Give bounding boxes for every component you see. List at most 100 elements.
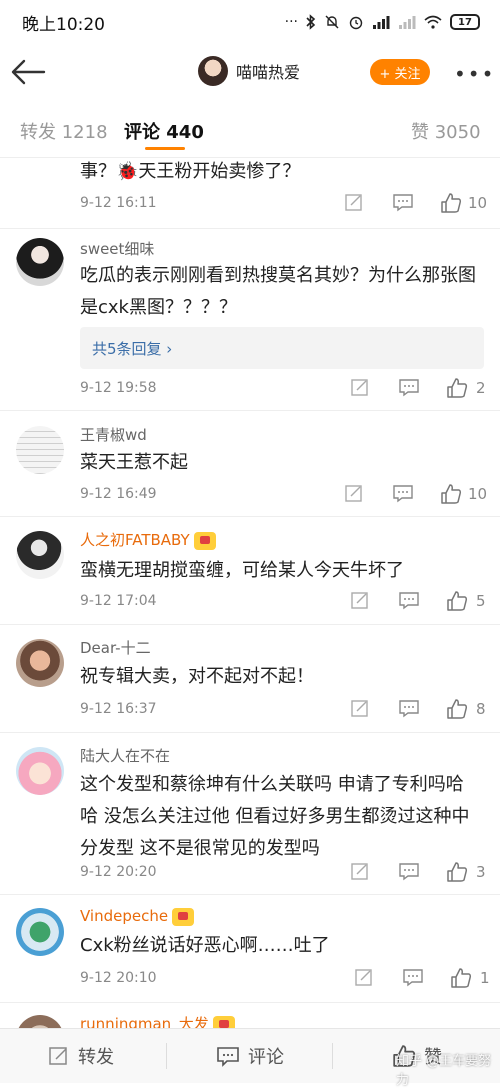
comment-text: 事？🐞天王粉开始卖惨了？: [80, 161, 301, 182]
comment-avatar[interactable]: [16, 531, 64, 579]
nav-bar: 喵喵热爱 + 关注 •••: [0, 44, 500, 100]
watermark: 知乎 @王车要努力: [396, 1054, 492, 1088]
comment-avatar[interactable]: [16, 908, 64, 956]
reply-icon[interactable]: [398, 861, 420, 881]
like-count: 3: [476, 863, 486, 881]
comment-actions: 8: [340, 698, 490, 722]
like-icon[interactable]: [446, 590, 468, 612]
repost-icon[interactable]: [344, 192, 364, 212]
comment-author[interactable]: runningman_大发: [80, 1013, 235, 1028]
comment-text: 菜天王惹不起: [80, 452, 188, 473]
reply-icon[interactable]: [402, 967, 424, 987]
vip-badge-icon: [193, 531, 216, 550]
comment-author[interactable]: sweet细味: [80, 238, 154, 259]
bottom-repost-label: 转发: [78, 1047, 114, 1068]
like-icon[interactable]: [440, 192, 462, 214]
reply-icon[interactable]: [398, 698, 420, 718]
comment-actions: 10: [340, 483, 490, 507]
comment-author[interactable]: 王青椒wd: [80, 424, 147, 445]
comment-text: 蛮横无理胡搅蛮缠，可给某人今天牛坏了: [80, 560, 404, 581]
tab-bar: 转发 1218 评论 440 赞 3050: [0, 100, 500, 158]
comment-item: 人之初FATBABY 蛮横无理胡搅蛮缠，可给某人今天牛坏了 9-12 17:04…: [0, 517, 500, 625]
tab-repost[interactable]: 转发 1218: [20, 118, 108, 144]
comment-actions: 10: [340, 192, 490, 216]
reply-icon[interactable]: [398, 377, 420, 397]
comment-date: 9-12 20:20: [80, 864, 157, 880]
like-icon[interactable]: [446, 377, 468, 399]
comment-author[interactable]: 陆大人在不在: [80, 745, 170, 766]
repost-icon[interactable]: [350, 861, 370, 881]
replies-link[interactable]: 共5条回复 ›: [80, 327, 484, 369]
comment-author[interactable]: 人之初FATBABY: [80, 529, 216, 550]
bluetooth-icon: [306, 14, 316, 30]
comment-actions: 2: [340, 377, 490, 401]
like-count: 5: [476, 592, 486, 610]
comment-author-name[interactable]: runningman_大发: [80, 1015, 209, 1028]
comment-author[interactable]: Vindepeche: [80, 907, 195, 926]
reply-icon[interactable]: [398, 590, 420, 610]
comment-item: 陆大人在不在 这个发型和蔡徐坤有什么关联吗 申请了专利吗哈哈 没怎么关注过他 但…: [0, 733, 500, 895]
comment-item: Vindepeche Cxk粉丝说话好恶心啊……吐了 9-12 20:10 1: [0, 895, 500, 1003]
repost-icon[interactable]: [350, 698, 370, 718]
repost-icon[interactable]: [350, 590, 370, 610]
divider: [166, 1043, 167, 1069]
repost-icon[interactable]: [344, 483, 364, 503]
reply-icon[interactable]: [392, 483, 414, 503]
divider: [332, 1043, 333, 1069]
follow-button[interactable]: + 关注: [370, 59, 430, 85]
like-count: 1: [480, 969, 490, 987]
like-icon[interactable]: [446, 698, 468, 720]
comment-actions: 1: [340, 967, 490, 991]
comment-text: 吃瓜的表示刚刚看到热搜莫名其妙？为什么那张图是cxk黑图？？？？: [80, 265, 476, 318]
like-icon[interactable]: [446, 861, 468, 883]
comment-avatar[interactable]: [16, 238, 64, 286]
comment-list[interactable]: 事？🐞天王粉开始卖惨了？ 9-12 16:11 10 sweet细味 吃瓜的表示…: [0, 158, 500, 1028]
battery-icon: 17: [450, 14, 480, 30]
like-count: 8: [476, 700, 486, 718]
nav-user-name[interactable]: 喵喵热爱: [236, 59, 300, 83]
repost-icon[interactable]: [354, 967, 374, 987]
tab-comment[interactable]: 评论 440: [124, 118, 204, 144]
bottom-repost-button[interactable]: 转发: [48, 1043, 114, 1069]
alarm-icon: [349, 16, 363, 30]
comment-avatar[interactable]: [16, 639, 64, 687]
comment-text: 祝专辑大卖，对不起对不起！: [80, 666, 314, 687]
comment-date: 9-12 17:04: [80, 593, 157, 609]
vip-badge-icon: [172, 907, 195, 926]
comment-date: 9-12 16:49: [80, 486, 157, 502]
reply-icon[interactable]: [392, 192, 414, 212]
nav-avatar[interactable]: [198, 56, 228, 86]
comment-item: Dear-十二 祝专辑大卖，对不起对不起！ 9-12 16:37 8: [0, 625, 500, 733]
battery-level: 17: [458, 16, 472, 28]
more-menu-icon[interactable]: •••: [454, 62, 495, 86]
comment-author[interactable]: Dear-十二: [80, 637, 151, 658]
status-icons: ··· 17: [285, 14, 480, 30]
comment-avatar[interactable]: [16, 1015, 64, 1028]
tab-active-indicator: [145, 147, 185, 150]
comment-text: 这个发型和蔡徐坤有什么关联吗 申请了专利吗哈哈 没怎么关注过他 但看过好多男生都…: [80, 774, 470, 859]
comment-author-name[interactable]: 人之初FATBABY: [80, 531, 190, 549]
wifi-icon: [424, 15, 442, 29]
status-bar: 晚上10:20 ··· 17: [0, 0, 500, 44]
comment-avatar[interactable]: [16, 426, 64, 474]
like-icon[interactable]: [440, 483, 462, 505]
comment-avatar[interactable]: [16, 747, 64, 795]
bottom-comment-label: 评论: [248, 1047, 284, 1068]
more-dots-icon: ···: [284, 14, 298, 30]
comment-author-name[interactable]: Vindepeche: [80, 907, 168, 925]
signal-2-icon: [399, 16, 416, 29]
signal-icon: [373, 16, 390, 29]
comment-item: 王青椒wd 菜天王惹不起 9-12 16:49 10: [0, 411, 500, 517]
back-arrow-icon[interactable]: [10, 56, 46, 88]
status-time: 晚上10:20: [22, 14, 105, 35]
comment-actions: 5: [340, 590, 490, 614]
nav-user[interactable]: 喵喵热爱: [198, 56, 300, 86]
repost-icon[interactable]: [350, 377, 370, 397]
comment-text: Cxk粉丝说话好恶心啊……吐了: [80, 935, 330, 956]
comment-icon: [217, 1047, 239, 1067]
tab-like[interactable]: 赞 3050: [411, 118, 481, 144]
like-icon[interactable]: [450, 967, 472, 989]
mute-icon: [325, 15, 339, 29]
comment-date: 9-12 16:11: [80, 195, 157, 211]
bottom-comment-button[interactable]: 评论: [216, 1043, 284, 1069]
